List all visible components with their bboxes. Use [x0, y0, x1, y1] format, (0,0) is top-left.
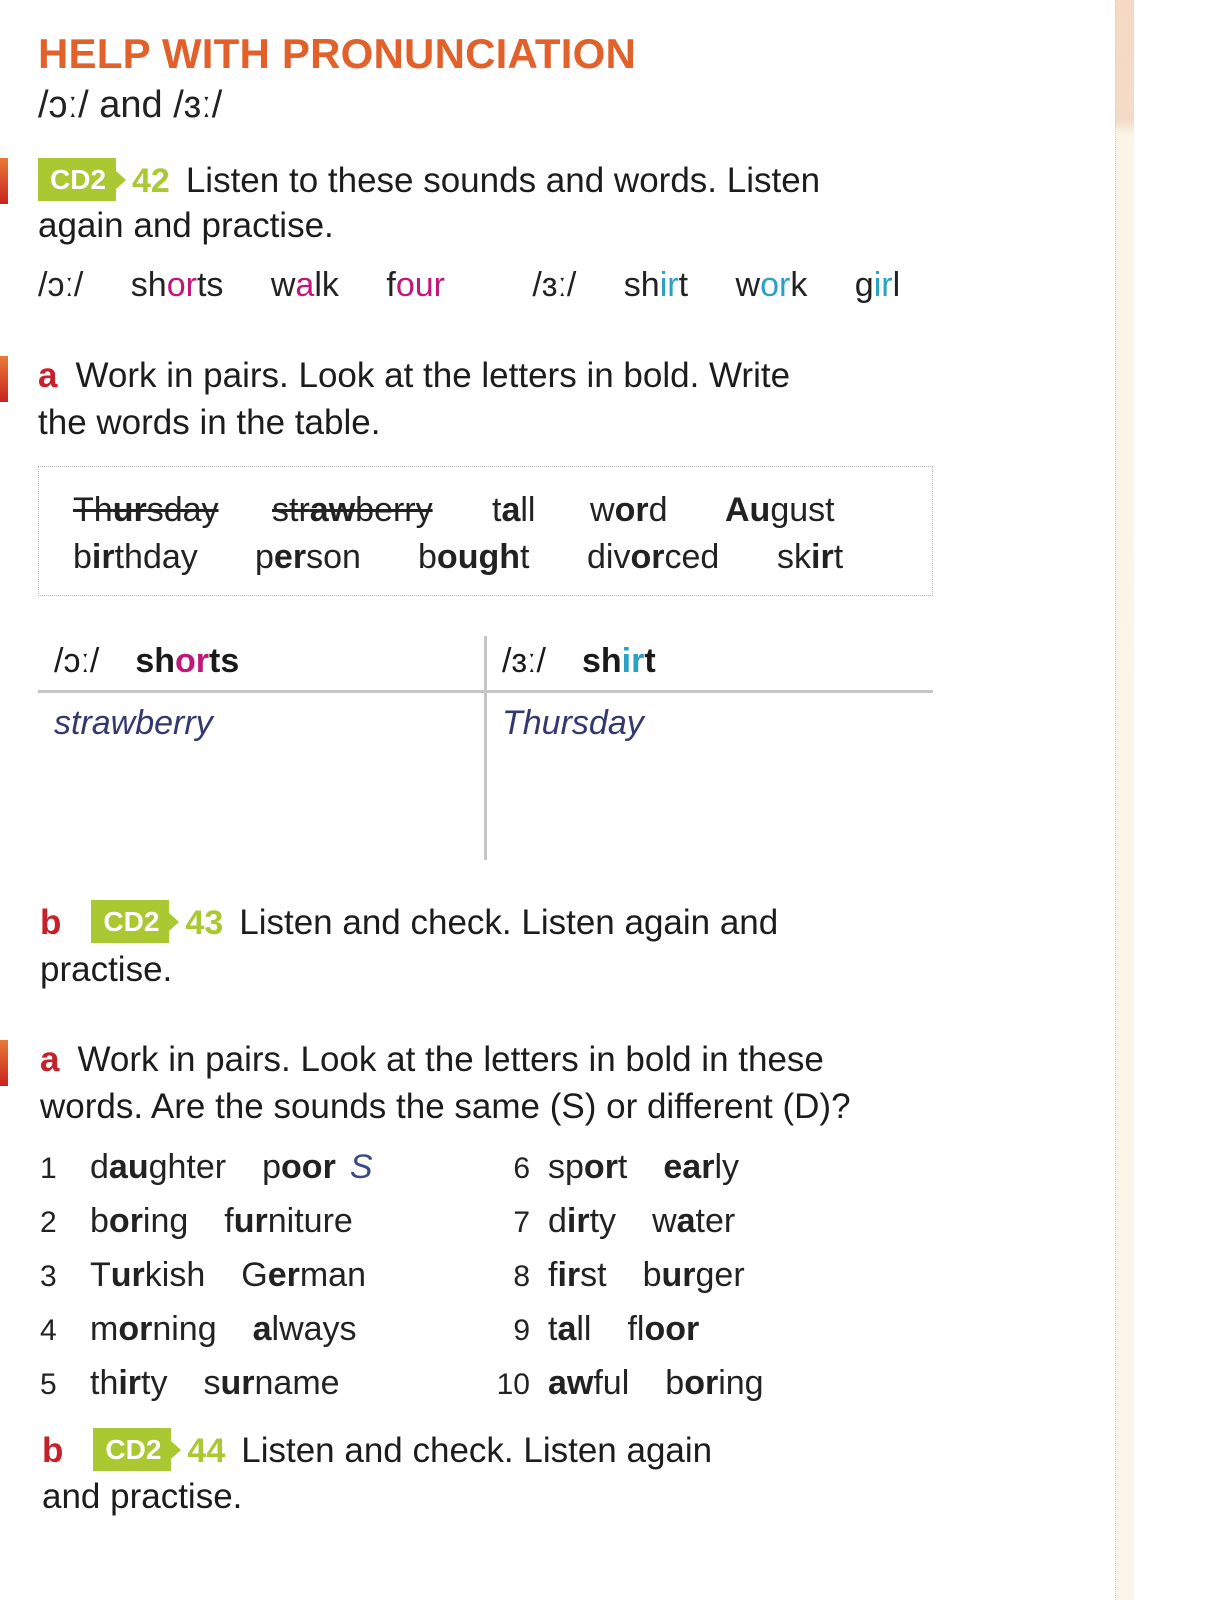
- table-divider-vertical: [484, 636, 487, 860]
- word-box-word: skirt: [777, 538, 844, 576]
- cd-audio-button[interactable]: CD2: [91, 900, 180, 943]
- word-box: Thursday strawberry tall word August bir…: [38, 466, 933, 596]
- table-answer-col2[interactable]: Thursday: [502, 704, 644, 743]
- textbook-page: HELP WITH PRONUNCIATION /ɔː/ and /ɜː/ CD…: [0, 0, 1207, 1600]
- pair-item: 3 Turkish German: [40, 1256, 366, 1294]
- table-header-col1: /ɔː/shorts: [54, 642, 240, 680]
- exercise-letter: b: [40, 903, 62, 942]
- example-word: four: [386, 266, 445, 304]
- track-number: 42: [132, 162, 170, 200]
- exercise1-instruction: CD2 42 Listen to these sounds and words. L…: [38, 158, 820, 201]
- exercise3b-instruction-line2: and practise.: [42, 1477, 243, 1516]
- exercise2a-instruction-line2: the words in the table.: [38, 403, 381, 442]
- exercise3a-instruction: a Work in pairs. Look at the letters in b…: [40, 1040, 824, 1079]
- word-box-word: person: [255, 538, 361, 576]
- exercise-marker: [0, 1040, 8, 1086]
- pair-item: 2 boring furniture: [40, 1202, 353, 1240]
- example-word: walk: [270, 266, 339, 304]
- track-number: 44: [187, 1432, 226, 1470]
- ipa-symbol: /ɜː/: [532, 266, 577, 304]
- word-box-word: birthday: [73, 538, 198, 576]
- word-box-word: divorced: [587, 538, 720, 576]
- word-box-word: bought: [418, 538, 530, 576]
- example-word: work: [735, 266, 808, 304]
- cd-audio-button[interactable]: CD2: [93, 1428, 182, 1471]
- pair-item: 7 dirty water: [513, 1202, 736, 1240]
- ipa-symbol: /ɔː/: [38, 266, 84, 304]
- pair-item: 6 sport early: [513, 1148, 739, 1186]
- pair-item: 4 morning always: [40, 1310, 357, 1348]
- exercise1-instruction-line2: again and practise.: [38, 206, 334, 245]
- exercise-marker: [0, 158, 8, 204]
- instruction-text: Listen to these sounds and words. Listen: [185, 161, 821, 200]
- word-box-word: tall: [492, 491, 536, 529]
- exercise3a-instruction-line2: words. Are the sounds the same (S) or di…: [40, 1087, 851, 1126]
- sounds-row: /ɔː/ shorts walk four /ɜː/ shirt work gi…: [38, 266, 900, 305]
- section-subtitle: /ɔː/ and /ɜː/: [38, 84, 223, 126]
- exercise3b-instruction: b CD2 44 Listen and check. Listen again: [42, 1428, 712, 1471]
- example-word: girl: [854, 266, 901, 304]
- exercise-letter: a: [40, 1040, 60, 1079]
- exercise-marker: [0, 356, 8, 402]
- example-word: shorts: [130, 266, 224, 304]
- pair-item: 10 awful boring: [496, 1364, 764, 1402]
- word-box-word: August: [725, 491, 835, 529]
- section-title: HELP WITH PRONUNCIATION: [38, 30, 637, 77]
- cd-audio-button[interactable]: CD2: [38, 158, 127, 201]
- exercise2b-instruction-line2: practise.: [40, 950, 173, 989]
- pair-item: 9 tall floor: [513, 1310, 700, 1348]
- exercise-letter: b: [42, 1431, 64, 1470]
- track-number: 43: [185, 904, 224, 942]
- exercise2a-instruction: a Work in pairs. Look at the letters in b…: [38, 356, 791, 395]
- pair-item: 8 first burger: [513, 1256, 745, 1294]
- word-box-word: strawberry: [272, 491, 433, 529]
- exercise-letter: a: [38, 356, 58, 395]
- example-word: shirt: [623, 266, 689, 304]
- word-box-word: Thursday: [73, 491, 219, 529]
- table-header-col2: /ɜː/shirt: [502, 642, 656, 680]
- table-answer-col1[interactable]: strawberry: [54, 704, 213, 743]
- pair-item: 5 thirty surname: [40, 1364, 340, 1402]
- answer-field[interactable]: S: [350, 1148, 373, 1186]
- pair-item: 1 daughter poor S: [40, 1148, 373, 1186]
- exercise2b-instruction: b CD2 43 Listen and check. Listen again and: [40, 900, 778, 943]
- word-box-word: word: [590, 491, 668, 529]
- page-edge-strip: [1115, 0, 1134, 1600]
